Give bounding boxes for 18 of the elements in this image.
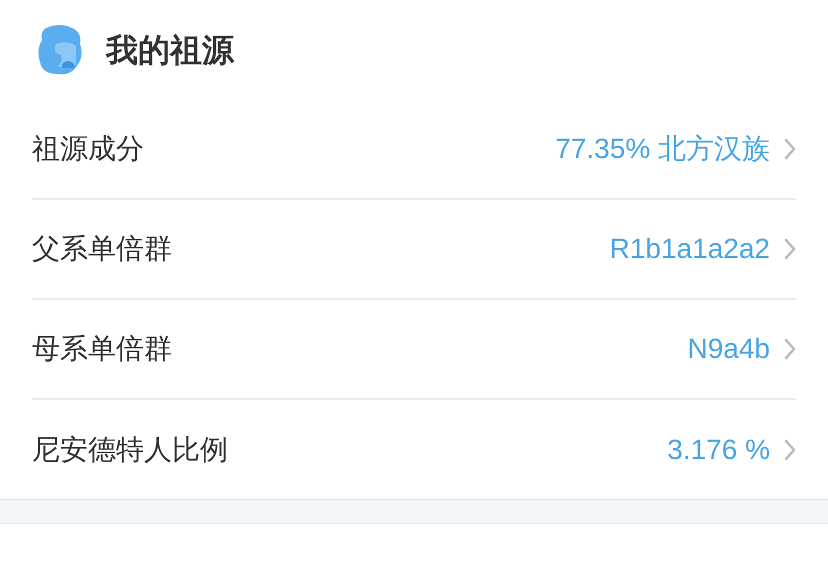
chevron-icon: [784, 238, 796, 260]
list-item[interactable]: 祖源成分 77.35% 北方汉族: [32, 100, 796, 200]
item-label: 父系单倍群: [32, 232, 172, 266]
page-title: 我的祖源: [106, 31, 234, 70]
item-label: 尼安德特人比例: [32, 432, 228, 466]
list-item[interactable]: 父系单倍群 R1b1a1a2a2: [32, 200, 796, 300]
item-value: 3.176 %: [667, 432, 770, 466]
list-item[interactable]: 母系单倍群 N9a4b: [32, 300, 796, 400]
avatar-icon: [38, 24, 82, 76]
item-label: 祖源成分: [32, 132, 144, 166]
item-value: N9a4b: [687, 332, 770, 366]
list-item[interactable]: 尼安德特人比例 3.176 %: [32, 400, 796, 499]
item-value: R1b1a1a2a2: [610, 232, 770, 266]
chevron-icon: [784, 138, 796, 160]
chevron-icon: [784, 438, 796, 460]
item-label: 母系单倍群: [32, 332, 172, 366]
item-value: 77.35% 北方汉族: [555, 132, 770, 166]
chevron-icon: [784, 338, 796, 360]
